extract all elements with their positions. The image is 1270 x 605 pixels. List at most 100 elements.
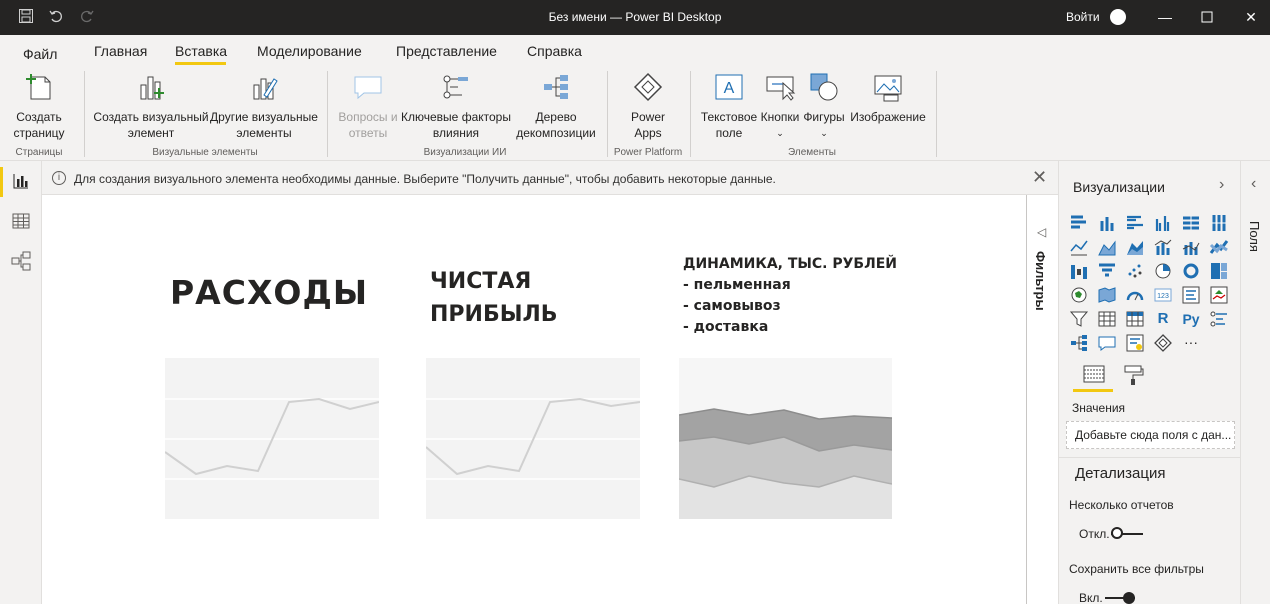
kpi-icon[interactable] bbox=[1209, 285, 1229, 305]
power-apps-button[interactable]: Power Apps bbox=[614, 71, 682, 141]
data-view-icon[interactable] bbox=[9, 209, 33, 233]
scatter-icon[interactable] bbox=[1125, 261, 1145, 281]
keep-filters-label: Сохранить все фильтры bbox=[1069, 562, 1204, 576]
fields-pane[interactable]: ‹ Поля bbox=[1240, 161, 1270, 604]
python-visual-icon[interactable]: Py bbox=[1181, 309, 1201, 329]
pie-chart-icon[interactable] bbox=[1153, 261, 1173, 281]
text-box-button[interactable]: A Текстовое поле bbox=[698, 71, 760, 141]
text-box-icon: A bbox=[713, 71, 745, 103]
key-influencers-label: Ключевые факторы влияния bbox=[401, 110, 511, 140]
stacked-bar-icon[interactable] bbox=[1069, 213, 1089, 233]
tab-insert[interactable]: Вставка bbox=[175, 43, 227, 59]
info-bar: i Для создания визуального элемента необ… bbox=[42, 161, 1058, 195]
shapes-button[interactable]: Фигуры ⌄ bbox=[800, 71, 848, 141]
area-chart-icon[interactable] bbox=[1097, 237, 1117, 257]
visualizations-pane: Визуализации › 123 R Py ··· Значения Доб… bbox=[1058, 161, 1241, 605]
title-dynamics[interactable]: ДИНАМИКА, ТЫС. РУБЛЕЙ bbox=[683, 256, 897, 272]
close-icon[interactable]: ✕ bbox=[1032, 167, 1047, 188]
model-view-icon[interactable] bbox=[9, 249, 33, 273]
ribbon: Создать страницу Страницы Создать визуал… bbox=[0, 65, 1270, 161]
fields-well-icon[interactable] bbox=[1081, 363, 1107, 387]
decomposition-tree-button[interactable]: Дерево декомпозиции bbox=[512, 71, 600, 141]
qa-label: Вопросы и ответы bbox=[338, 110, 398, 140]
funnel-icon[interactable] bbox=[1097, 261, 1117, 281]
table-icon[interactable] bbox=[1097, 309, 1117, 329]
tab-modeling[interactable]: Моделирование bbox=[257, 43, 362, 59]
donut-chart-icon[interactable] bbox=[1181, 261, 1201, 281]
new-visual-icon bbox=[135, 71, 167, 103]
avatar[interactable] bbox=[1110, 9, 1126, 25]
maximize-icon[interactable] bbox=[1192, 6, 1222, 28]
speech-bubble-icon bbox=[352, 71, 384, 103]
chevron-down-icon: ⌄ bbox=[776, 128, 784, 138]
full-stacked-column-icon[interactable] bbox=[1209, 213, 1229, 233]
line-chart-placeholder[interactable] bbox=[164, 358, 380, 519]
stacked-area-icon[interactable] bbox=[1125, 237, 1145, 257]
slicer-icon[interactable] bbox=[1069, 309, 1089, 329]
ribbon-separator bbox=[690, 71, 691, 157]
multi-row-card-icon[interactable] bbox=[1181, 285, 1201, 305]
waterfall-icon[interactable] bbox=[1069, 261, 1089, 281]
qa-button[interactable]: Вопросы и ответы bbox=[336, 71, 400, 141]
key-influencers-viz-icon[interactable] bbox=[1209, 309, 1229, 329]
line-chart-icon[interactable] bbox=[1069, 237, 1089, 257]
r-visual-icon[interactable]: R bbox=[1153, 309, 1173, 329]
map-icon[interactable] bbox=[1069, 285, 1089, 305]
matrix-icon[interactable] bbox=[1125, 309, 1145, 329]
filled-map-icon[interactable] bbox=[1097, 285, 1117, 305]
filter-collapse-icon[interactable]: ◁ bbox=[1037, 225, 1046, 239]
smart-narrative-icon[interactable] bbox=[1125, 333, 1145, 353]
gauge-icon[interactable] bbox=[1125, 285, 1145, 305]
chevron-left-icon[interactable]: ‹ bbox=[1251, 175, 1256, 193]
tab-file[interactable]: Файл bbox=[23, 46, 57, 62]
text-box-label: Текстовое поле bbox=[700, 110, 758, 140]
title-net-profit-2[interactable]: ПРИБЫЛЬ bbox=[430, 302, 558, 327]
report-view-icon[interactable] bbox=[9, 169, 33, 193]
buttons-button[interactable]: Кнопки ⌄ bbox=[758, 71, 802, 141]
clustered-bar-icon[interactable] bbox=[1125, 213, 1145, 233]
svg-text:123: 123 bbox=[1157, 293, 1169, 300]
full-stacked-bar-icon[interactable] bbox=[1181, 213, 1201, 233]
sign-in-link[interactable]: Войти bbox=[1066, 10, 1100, 24]
clustered-column-icon[interactable] bbox=[1153, 213, 1173, 233]
tab-home[interactable]: Главная bbox=[94, 43, 147, 59]
ribbon-chart-icon[interactable] bbox=[1209, 237, 1229, 257]
new-visual-label: Создать визуальный элемент bbox=[93, 110, 209, 140]
area-chart-placeholder[interactable] bbox=[678, 358, 893, 519]
stacked-column-icon[interactable] bbox=[1097, 213, 1117, 233]
key-influencers-button[interactable]: Ключевые факторы влияния bbox=[398, 71, 514, 141]
new-visual-button[interactable]: Создать визуальный элемент bbox=[92, 71, 210, 141]
tab-help[interactable]: Справка bbox=[527, 43, 582, 59]
new-page-button[interactable]: Создать страницу bbox=[4, 71, 74, 141]
shapes-label: Фигуры bbox=[803, 110, 845, 124]
treemap-icon[interactable] bbox=[1209, 261, 1229, 281]
more-visuals-button[interactable]: Другие визуальные элементы bbox=[208, 71, 320, 141]
line-stacked-column-icon[interactable] bbox=[1181, 237, 1201, 257]
tab-view[interactable]: Представление bbox=[396, 43, 497, 59]
qa-viz-icon[interactable] bbox=[1097, 333, 1117, 353]
elements-group-label: Элементы bbox=[788, 147, 836, 158]
decomposition-tree-label: Дерево декомпозиции bbox=[516, 110, 596, 140]
format-paint-roller-icon[interactable] bbox=[1121, 363, 1145, 387]
power-apps-label: Power Apps bbox=[630, 110, 665, 140]
title-bar: Без имени — Power BI Desktop Войти — ✕ bbox=[0, 0, 1270, 35]
chevron-right-icon[interactable]: › bbox=[1219, 176, 1224, 194]
values-drop-field[interactable]: Добавьте сюда поля с дан... bbox=[1066, 421, 1235, 449]
line-chart-placeholder[interactable] bbox=[425, 358, 641, 519]
more-visuals-icon[interactable]: ··· bbox=[1181, 333, 1201, 353]
power-apps-viz-icon[interactable] bbox=[1153, 333, 1173, 353]
card-icon[interactable]: 123 bbox=[1153, 285, 1173, 305]
filters-pane[interactable]: ◁ Фильтры bbox=[1026, 195, 1058, 604]
report-canvas[interactable]: РАСХОДЫ ЧИСТАЯ ПРИБЫЛЬ ДИНАМИКА, ТЫС. РУ… bbox=[42, 195, 1026, 604]
minimize-icon[interactable]: — bbox=[1150, 6, 1180, 28]
title-net-profit-1[interactable]: ЧИСТАЯ bbox=[430, 269, 531, 294]
toggle-off-label: Откл. bbox=[1079, 527, 1110, 541]
close-window-icon[interactable]: ✕ bbox=[1236, 6, 1266, 28]
title-expenses[interactable]: РАСХОДЫ bbox=[170, 273, 368, 312]
ribbon-separator bbox=[327, 71, 328, 157]
ribbon-separator bbox=[84, 71, 85, 157]
decomposition-tree-viz-icon[interactable] bbox=[1069, 333, 1089, 353]
line-clustered-column-icon[interactable] bbox=[1153, 237, 1173, 257]
toggle-on-label: Вкл. bbox=[1079, 591, 1103, 605]
image-button[interactable]: Изображение bbox=[846, 71, 930, 125]
